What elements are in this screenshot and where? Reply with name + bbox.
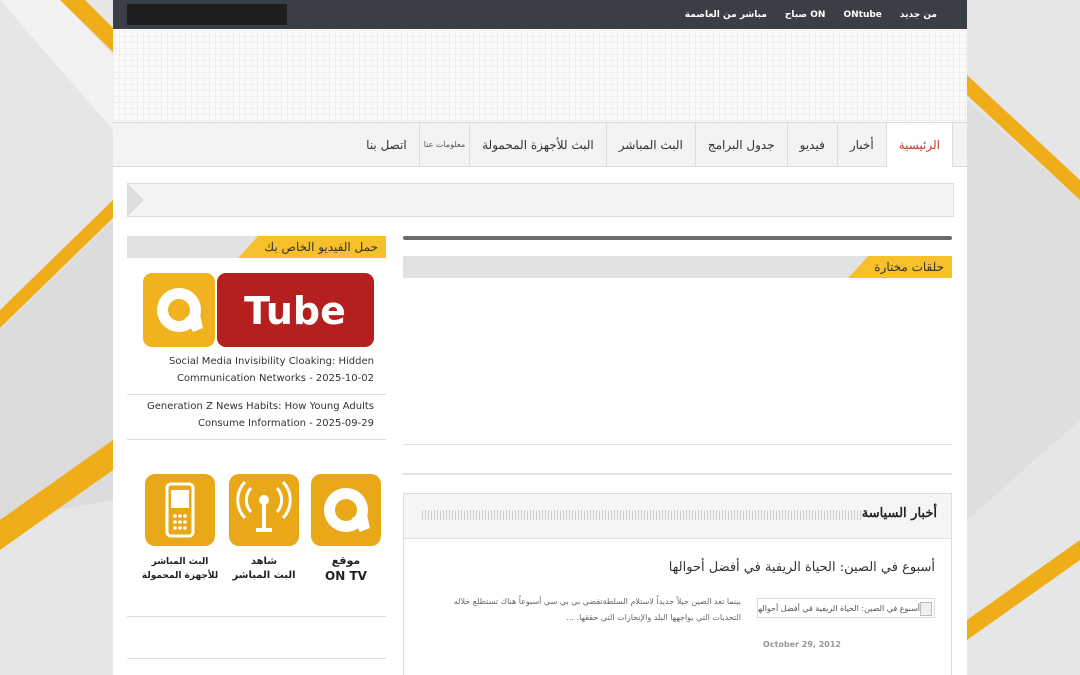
divider [403, 473, 952, 475]
ticker-arrow-icon[interactable] [128, 184, 144, 216]
app-label: للأجهزة المحمولة [142, 569, 218, 581]
sidebar-news-item[interactable]: Generation Z News Habits: How Young Adul… [127, 398, 386, 440]
app-links: البث المباشر للأجهزة المحمولة شاهد البث … [141, 472, 381, 592]
top-links: من جديد ONtube صباح ON مباشر من العاصمة [685, 0, 937, 29]
top-link-new[interactable]: من جديد [900, 10, 937, 20]
on-logo-icon [311, 474, 381, 546]
divider [127, 658, 386, 659]
politics-title[interactable]: أخبار السياسة [862, 506, 937, 521]
nav-item-contact[interactable]: اتصل بنا [354, 123, 419, 166]
nav-item-about[interactable]: معلومات عنا [418, 123, 469, 166]
app-label: شاهد [251, 556, 277, 567]
nav-item-mobile-live[interactable]: البث للأجهزة المحمولة [469, 123, 606, 166]
sidebar-title: حمل الفيديو الخاص بك [238, 236, 386, 258]
article-date: October 29, 2012 [763, 640, 841, 649]
top-link-ontube[interactable]: ONtube [843, 10, 881, 20]
main-nav: الرئيسية أخبار فيديو جدول البرامج البث ا… [113, 122, 967, 167]
site-logo-placeholder[interactable] [127, 4, 287, 25]
mobile-phone-icon [145, 474, 215, 546]
nav-item-schedule[interactable]: جدول البرامج [694, 123, 787, 166]
app-label: موقع [332, 554, 360, 567]
top-bar: من جديد ONtube صباح ON مباشر من العاصمة [113, 0, 967, 29]
sidebar-section-header: حمل الفيديو الخاص بك [127, 236, 386, 258]
ontube-banner[interactable]: Tube [141, 272, 376, 350]
article-excerpt: بينما تعد الصين جيلاً جديداً لاستلام الس… [453, 597, 741, 622]
article-headline[interactable]: أسبوع في الصين: الحياة الريفية في أفضل أ… [669, 560, 935, 575]
featured-section-header: حلقات مختارة [403, 256, 952, 278]
nav-item-news[interactable]: أخبار [836, 123, 886, 166]
divider [403, 236, 952, 240]
nav-item-home[interactable]: الرئيسية [885, 123, 953, 167]
nav-item-live[interactable]: البث المباشر [605, 123, 695, 166]
top-link-morning-on[interactable]: صباح ON [785, 10, 826, 20]
article-thumbnail[interactable]: أسبوع في الصين: الحياة الريفية في أفضل أ… [757, 598, 935, 618]
broken-image-icon [920, 602, 932, 616]
sidebar-news-item[interactable]: Social Media Invisibility Cloaking: Hidd… [127, 353, 386, 395]
news-item-text[interactable]: Generation Z News Habits: How Young Adul… [127, 398, 386, 432]
news-item-text[interactable]: Social Media Invisibility Cloaking: Hidd… [127, 353, 386, 387]
app-label: البث المباشر [151, 557, 209, 567]
divider [403, 444, 952, 445]
header-banner-area [113, 30, 967, 122]
nav-item-video[interactable]: فيديو [786, 123, 837, 166]
header-hatch-decoration [422, 510, 861, 520]
antenna-icon [229, 474, 299, 546]
page-container: من جديد ONtube صباح ON مباشر من العاصمة … [113, 0, 967, 675]
news-ticker [127, 183, 954, 217]
top-link-live-capital[interactable]: مباشر من العاصمة [685, 10, 767, 20]
featured-section-title: حلقات مختارة [848, 256, 952, 278]
politics-news-box: أخبار السياسة أسبوع في الصين: الحياة الر… [403, 493, 952, 675]
app-label: البث المباشر [231, 570, 295, 581]
thumbnail-alt-text: أسبوع في الصين: الحياة الريفية في أفضل أ… [757, 603, 920, 613]
politics-header: أخبار السياسة [404, 494, 951, 539]
app-label: ON TV [325, 569, 368, 583]
banner-label: Tube [244, 289, 346, 333]
divider [127, 616, 386, 617]
